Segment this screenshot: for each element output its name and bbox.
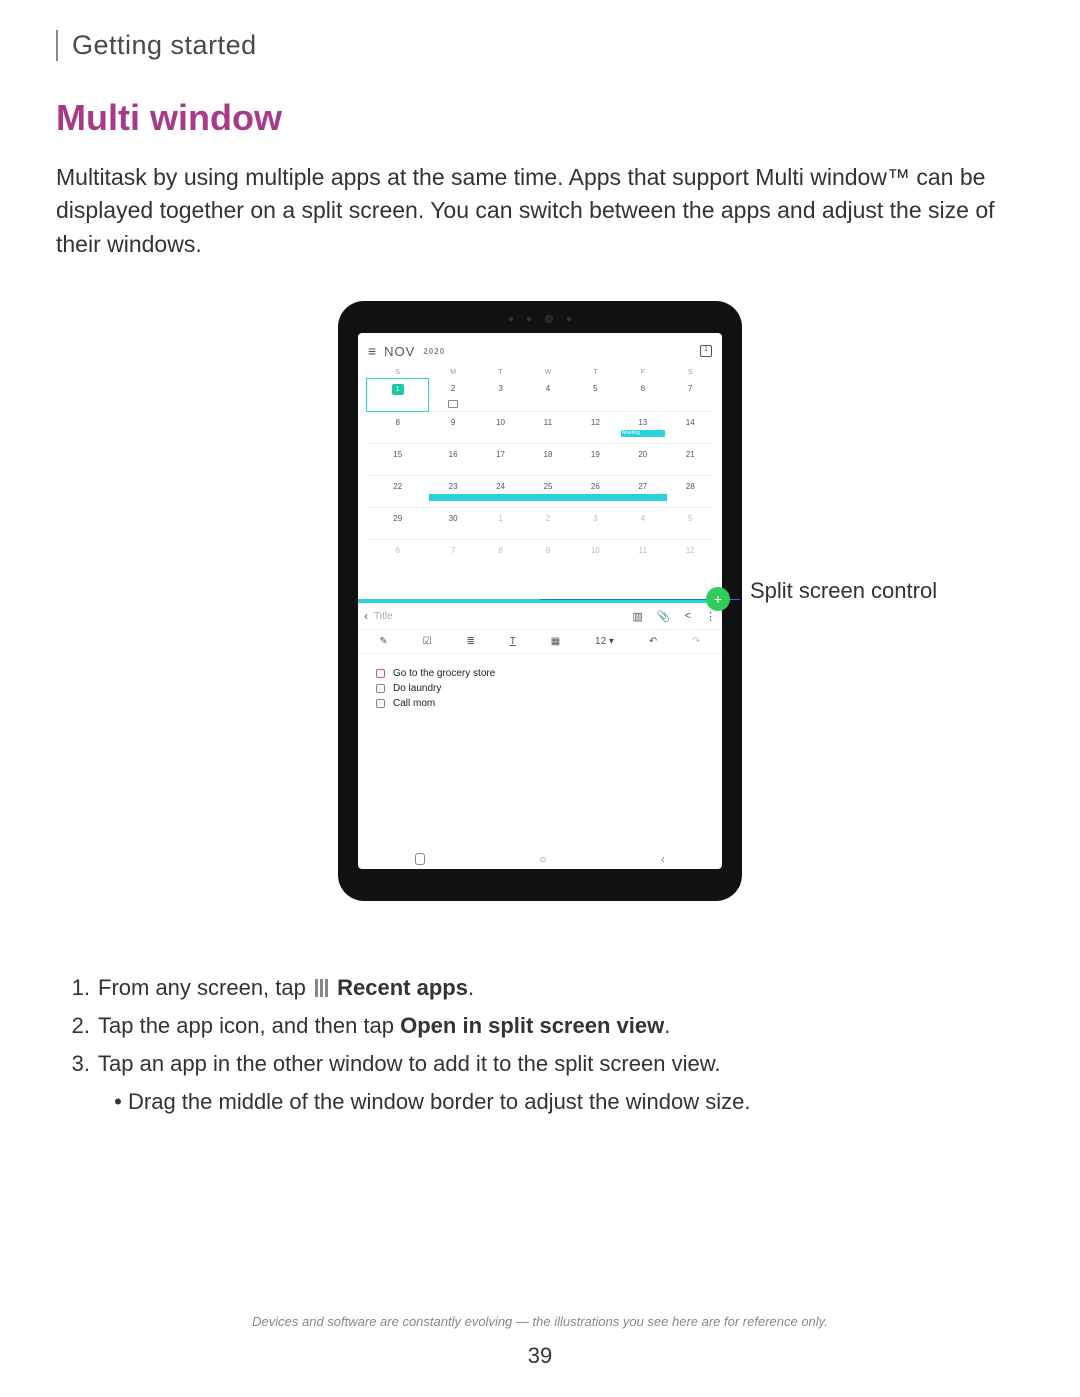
checkbox-icon[interactable] bbox=[376, 699, 385, 708]
calendar-app: ≡ NOV 2020 S M T W T F bbox=[358, 333, 722, 571]
add-event-fab[interactable]: + bbox=[706, 587, 730, 611]
step-3-bullet: • Drag the middle of the window border t… bbox=[108, 1089, 1006, 1115]
page-heading: Multi window bbox=[56, 97, 1024, 139]
event-span bbox=[429, 494, 476, 501]
callout-label: Split screen control bbox=[750, 577, 937, 605]
tablet-camera bbox=[509, 315, 571, 323]
step-3: 3. Tap an app in the other window to add… bbox=[68, 1051, 1006, 1077]
task-item: Do laundry bbox=[376, 683, 704, 694]
text-style-icon[interactable]: T bbox=[510, 636, 516, 647]
today-icon[interactable] bbox=[700, 345, 712, 357]
back-nav-icon[interactable]: ‹ bbox=[661, 852, 665, 866]
calendar-year: 2020 bbox=[423, 347, 445, 356]
notes-title-placeholder[interactable]: Title bbox=[374, 611, 393, 622]
step-1: 1. From any screen, tap Recent apps. bbox=[68, 975, 1006, 1001]
step-2: 2. Tap the app icon, and then tap Open i… bbox=[68, 1013, 1006, 1039]
layout-icon[interactable]: ▦ bbox=[551, 636, 560, 647]
attach-icon[interactable]: 📎 bbox=[657, 610, 671, 623]
reader-icon[interactable]: ▥ bbox=[632, 610, 642, 623]
tablet-frame: ≡ NOV 2020 S M T W T F bbox=[338, 301, 742, 901]
calendar-month: NOV bbox=[384, 344, 415, 359]
undo-icon[interactable]: ↶ bbox=[649, 636, 657, 647]
home-nav-icon[interactable]: ○ bbox=[539, 852, 546, 866]
back-icon[interactable]: ‹ bbox=[364, 609, 368, 623]
steps-list: 1. From any screen, tap Recent apps. 2. … bbox=[56, 975, 1024, 1115]
checkbox-icon[interactable] bbox=[376, 669, 385, 678]
task-list: Go to the grocery store Do laundry Call … bbox=[358, 654, 722, 723]
share-icon[interactable]: < bbox=[685, 610, 691, 623]
calendar-grid: S M T W T F S 1 2 3 4 bbox=[366, 367, 714, 571]
notes-toolbar: ✎ ☑ ≣ T ▦ 12 ▾ ↶ ↷ bbox=[358, 630, 722, 654]
hamburger-icon[interactable]: ≡ bbox=[368, 343, 376, 359]
checkbox-icon[interactable]: ☑ bbox=[423, 636, 432, 647]
note-icon bbox=[448, 400, 458, 408]
pen-icon[interactable]: ✎ bbox=[379, 636, 387, 647]
recents-nav-icon[interactable] bbox=[415, 853, 425, 865]
page-number: 39 bbox=[0, 1343, 1080, 1369]
illustration: ≡ NOV 2020 S M T W T F bbox=[56, 301, 1024, 921]
recent-apps-icon bbox=[315, 979, 328, 997]
footnote: Devices and software are constantly evol… bbox=[0, 1314, 1080, 1329]
section-header: Getting started bbox=[56, 30, 1024, 61]
event-meeting: Meeting bbox=[621, 430, 664, 437]
notes-app: ‹ Title ▥ 📎 < ⋮ ✎ ☑ ≣ T ▦ 12 bbox=[358, 603, 722, 849]
intro-paragraph: Multitask by using multiple apps at the … bbox=[56, 161, 1024, 261]
task-item: Go to the grocery store bbox=[376, 668, 704, 679]
more-icon[interactable]: ⋮ bbox=[705, 610, 716, 623]
android-navbar: ○ ‹ bbox=[358, 849, 722, 869]
redo-icon: ↷ bbox=[692, 636, 700, 647]
section-title: Getting started bbox=[72, 30, 257, 60]
font-size[interactable]: 12 ▾ bbox=[595, 636, 614, 647]
list-icon[interactable]: ≣ bbox=[467, 636, 475, 647]
checkbox-icon[interactable] bbox=[376, 684, 385, 693]
task-item: Call mom bbox=[376, 698, 704, 709]
calendar-dow-row: S M T W T F S bbox=[366, 367, 714, 378]
